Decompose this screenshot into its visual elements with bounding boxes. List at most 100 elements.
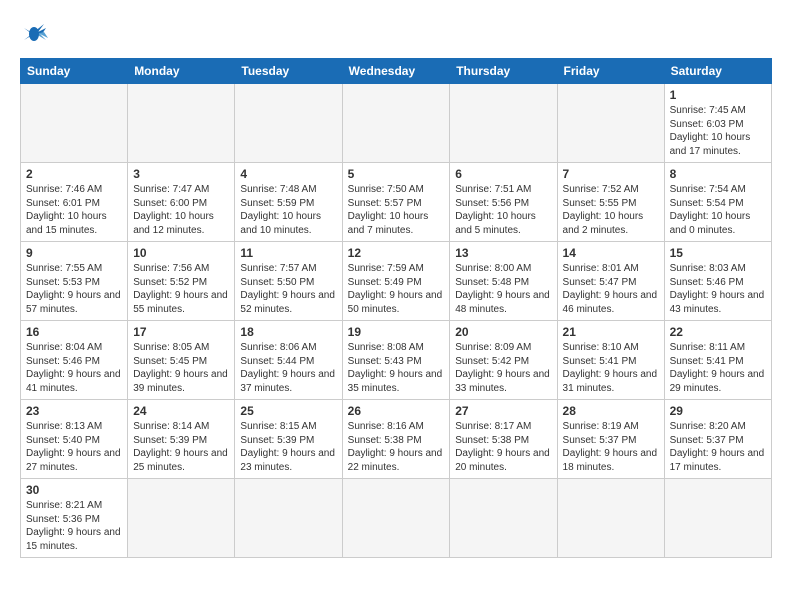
calendar-cell: 26 Sunrise: 8:16 AM Sunset: 5:38 PM Dayli… — [342, 400, 450, 479]
calendar-cell: 21Sunrise: 8:10 AM Sunset: 5:41 PM Dayli… — [557, 321, 664, 400]
day-number: 29 — [670, 404, 766, 418]
calendar-cell: 20 Sunrise: 8:09 AM Sunset: 5:42 PM Dayli… — [450, 321, 557, 400]
day-info: Sunrise: 8:11 AM Sunset: 5:41 PM Dayligh… — [670, 341, 766, 395]
day-number: 17 — [133, 325, 229, 339]
weekday-header-wednesday: Wednesday — [342, 59, 450, 84]
calendar-cell — [128, 84, 235, 163]
day-number: 20 — [455, 325, 551, 339]
calendar-cell: 3 Sunrise: 7:47 AM Sunset: 6:00 PM Daylig… — [128, 163, 235, 242]
day-number: 7 — [563, 167, 659, 181]
calendar-cell: 24Sunrise: 8:14 AM Sunset: 5:39 PM Dayli… — [128, 400, 235, 479]
day-number: 24 — [133, 404, 229, 418]
day-info: Sunrise: 8:19 AM Sunset: 5:37 PM Dayligh… — [563, 420, 659, 474]
calendar-cell: 30 Sunrise: 8:21 AM Sunset: 5:36 PM Dayli… — [21, 479, 128, 558]
calendar-week-row: 16Sunrise: 8:04 AM Sunset: 5:46 PM Dayli… — [21, 321, 772, 400]
calendar-cell: 23 Sunrise: 8:13 AM Sunset: 5:40 PM Dayli… — [21, 400, 128, 479]
day-number: 10 — [133, 246, 229, 260]
day-info: Sunrise: 8:20 AM Sunset: 5:37 PM Dayligh… — [670, 420, 766, 474]
day-number: 25 — [240, 404, 336, 418]
calendar-cell — [450, 84, 557, 163]
calendar-cell: 22 Sunrise: 8:11 AM Sunset: 5:41 PM Dayli… — [664, 321, 771, 400]
calendar-cell — [342, 479, 450, 558]
calendar-cell: 11 Sunrise: 7:57 AM Sunset: 5:50 PM Dayli… — [235, 242, 342, 321]
day-number: 21 — [563, 325, 659, 339]
calendar-cell — [557, 479, 664, 558]
day-number: 18 — [240, 325, 336, 339]
day-number: 2 — [26, 167, 122, 181]
day-info: Sunrise: 8:03 AM Sunset: 5:46 PM Dayligh… — [670, 262, 766, 316]
calendar-cell — [557, 84, 664, 163]
calendar-cell — [342, 84, 450, 163]
day-info: Sunrise: 8:06 AM Sunset: 5:44 PM Dayligh… — [240, 341, 336, 395]
day-info: Sunrise: 7:57 AM Sunset: 5:50 PM Dayligh… — [240, 262, 336, 316]
day-number: 4 — [240, 167, 336, 181]
day-number: 6 — [455, 167, 551, 181]
day-number: 14 — [563, 246, 659, 260]
calendar-cell: 2 Sunrise: 7:46 AM Sunset: 6:01 PM Daylig… — [21, 163, 128, 242]
day-number: 3 — [133, 167, 229, 181]
calendar-cell: 17 Sunrise: 8:05 AM Sunset: 5:45 PM Dayli… — [128, 321, 235, 400]
day-number: 28 — [563, 404, 659, 418]
calendar-cell: 5 Sunrise: 7:50 AM Sunset: 5:57 PM Daylig… — [342, 163, 450, 242]
day-number: 22 — [670, 325, 766, 339]
day-info: Sunrise: 7:52 AM Sunset: 5:55 PM Dayligh… — [563, 183, 659, 237]
day-number: 1 — [670, 88, 766, 102]
day-info: Sunrise: 8:05 AM Sunset: 5:45 PM Dayligh… — [133, 341, 229, 395]
day-info: Sunrise: 8:08 AM Sunset: 5:43 PM Dayligh… — [348, 341, 445, 395]
calendar-cell: 25 Sunrise: 8:15 AM Sunset: 5:39 PM Dayli… — [235, 400, 342, 479]
day-number: 13 — [455, 246, 551, 260]
page-header — [20, 20, 772, 48]
calendar-cell: 27 Sunrise: 8:17 AM Sunset: 5:38 PM Dayli… — [450, 400, 557, 479]
calendar-cell: 13 Sunrise: 8:00 AM Sunset: 5:48 PM Dayli… — [450, 242, 557, 321]
calendar-cell — [128, 479, 235, 558]
day-number: 11 — [240, 246, 336, 260]
weekday-header-saturday: Saturday — [664, 59, 771, 84]
calendar-week-row: 2 Sunrise: 7:46 AM Sunset: 6:01 PM Daylig… — [21, 163, 772, 242]
weekday-header-monday: Monday — [128, 59, 235, 84]
day-number: 27 — [455, 404, 551, 418]
day-info: Sunrise: 7:56 AM Sunset: 5:52 PM Dayligh… — [133, 262, 229, 316]
day-info: Sunrise: 7:50 AM Sunset: 5:57 PM Dayligh… — [348, 183, 445, 237]
calendar-cell: 29 Sunrise: 8:20 AM Sunset: 5:37 PM Dayli… — [664, 400, 771, 479]
calendar-week-row: 23 Sunrise: 8:13 AM Sunset: 5:40 PM Dayli… — [21, 400, 772, 479]
day-number: 5 — [348, 167, 445, 181]
calendar-week-row: 9Sunrise: 7:55 AM Sunset: 5:53 PM Daylig… — [21, 242, 772, 321]
day-info: Sunrise: 7:45 AM Sunset: 6:03 PM Dayligh… — [670, 104, 766, 158]
calendar-cell: 28 Sunrise: 8:19 AM Sunset: 5:37 PM Dayli… — [557, 400, 664, 479]
day-info: Sunrise: 8:17 AM Sunset: 5:38 PM Dayligh… — [455, 420, 551, 474]
day-info: Sunrise: 8:00 AM Sunset: 5:48 PM Dayligh… — [455, 262, 551, 316]
calendar-cell: 10 Sunrise: 7:56 AM Sunset: 5:52 PM Dayli… — [128, 242, 235, 321]
calendar-cell: 15Sunrise: 8:03 AM Sunset: 5:46 PM Dayli… — [664, 242, 771, 321]
calendar-cell: 6 Sunrise: 7:51 AM Sunset: 5:56 PM Daylig… — [450, 163, 557, 242]
weekday-header-friday: Friday — [557, 59, 664, 84]
day-info: Sunrise: 7:54 AM Sunset: 5:54 PM Dayligh… — [670, 183, 766, 237]
day-number: 19 — [348, 325, 445, 339]
weekday-header-sunday: Sunday — [21, 59, 128, 84]
calendar-cell — [450, 479, 557, 558]
day-info: Sunrise: 8:21 AM Sunset: 5:36 PM Dayligh… — [26, 499, 122, 553]
calendar-cell: 7 Sunrise: 7:52 AM Sunset: 5:55 PM Daylig… — [557, 163, 664, 242]
day-info: Sunrise: 8:13 AM Sunset: 5:40 PM Dayligh… — [26, 420, 122, 474]
calendar-table: SundayMondayTuesdayWednesdayThursdayFrid… — [20, 58, 772, 558]
day-number: 23 — [26, 404, 122, 418]
day-number: 30 — [26, 483, 122, 497]
day-info: Sunrise: 7:47 AM Sunset: 6:00 PM Dayligh… — [133, 183, 229, 237]
calendar-week-row: 1 Sunrise: 7:45 AM Sunset: 6:03 PM Daylig… — [21, 84, 772, 163]
day-number: 12 — [348, 246, 445, 260]
day-info: Sunrise: 8:16 AM Sunset: 5:38 PM Dayligh… — [348, 420, 445, 474]
day-number: 26 — [348, 404, 445, 418]
weekday-header-tuesday: Tuesday — [235, 59, 342, 84]
calendar-cell: 19 Sunrise: 8:08 AM Sunset: 5:43 PM Dayli… — [342, 321, 450, 400]
calendar-cell — [235, 84, 342, 163]
day-number: 8 — [670, 167, 766, 181]
day-info: Sunrise: 8:09 AM Sunset: 5:42 PM Dayligh… — [455, 341, 551, 395]
day-info: Sunrise: 8:15 AM Sunset: 5:39 PM Dayligh… — [240, 420, 336, 474]
day-info: Sunrise: 7:48 AM Sunset: 5:59 PM Dayligh… — [240, 183, 336, 237]
weekday-header-thursday: Thursday — [450, 59, 557, 84]
logo-bird-icon — [24, 20, 60, 48]
day-info: Sunrise: 7:46 AM Sunset: 6:01 PM Dayligh… — [26, 183, 122, 237]
day-info: Sunrise: 7:51 AM Sunset: 5:56 PM Dayligh… — [455, 183, 551, 237]
calendar-cell: 4 Sunrise: 7:48 AM Sunset: 5:59 PM Daylig… — [235, 163, 342, 242]
calendar-cell — [235, 479, 342, 558]
calendar-cell: 1 Sunrise: 7:45 AM Sunset: 6:03 PM Daylig… — [664, 84, 771, 163]
